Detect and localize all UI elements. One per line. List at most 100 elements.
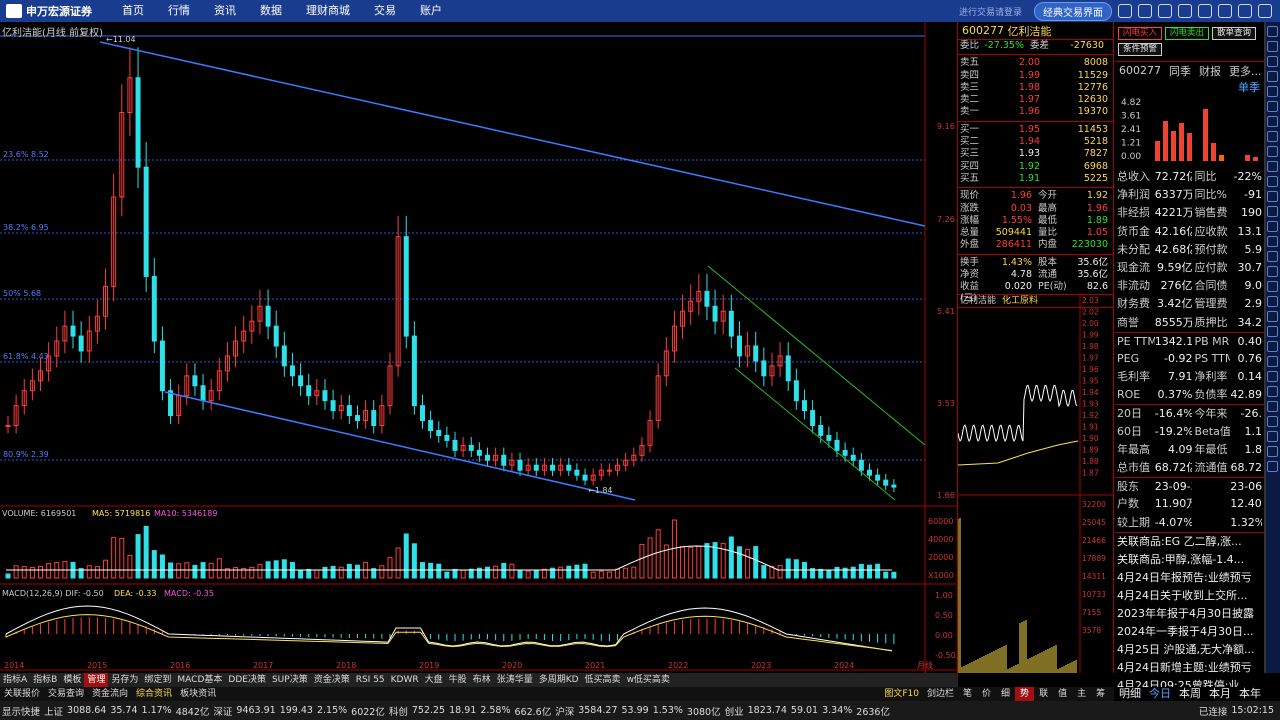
star-icon[interactable] bbox=[1267, 101, 1278, 112]
bid-row[interactable]: 买二 1.94 5218 bbox=[958, 136, 1113, 148]
ask-row[interactable]: 卖一 1.96 19370 bbox=[958, 106, 1113, 118]
detail-tab[interactable]: 本年 bbox=[1235, 687, 1265, 701]
fin-button-1[interactable]: 闪电卖出 bbox=[1165, 27, 1210, 40]
ask-row[interactable]: 卖五 2.00 8008 bbox=[958, 57, 1113, 69]
menu-item-2[interactable]: 资讯 bbox=[202, 0, 248, 22]
info-tab[interactable]: 关联报价 bbox=[0, 687, 44, 701]
fin-button-2[interactable]: 散单查询 bbox=[1212, 27, 1257, 40]
trend-icon[interactable] bbox=[1267, 191, 1278, 202]
quote-tab[interactable]: 势 bbox=[1015, 687, 1035, 701]
indicator-tab[interactable]: 模板 bbox=[60, 673, 84, 687]
fin-head-3[interactable]: 更多... bbox=[1229, 63, 1262, 79]
news-icon[interactable] bbox=[1267, 131, 1278, 142]
ask-row[interactable]: 卖三 1.98 12776 bbox=[958, 82, 1113, 94]
indicator-tab[interactable]: RSI 55 bbox=[353, 673, 388, 687]
minimize-icon[interactable] bbox=[1218, 4, 1232, 18]
classic-trade-button[interactable]: 经典交易界面 bbox=[1034, 1, 1112, 21]
info-tab[interactable]: 交易查询 bbox=[44, 687, 88, 701]
skin-icon[interactable] bbox=[1178, 4, 1192, 18]
indicator-tab[interactable]: 牛股 bbox=[446, 673, 470, 687]
bid-row[interactable]: 买三 1.93 7827 bbox=[958, 148, 1113, 160]
search-icon[interactable] bbox=[1267, 206, 1278, 217]
menu-item-1[interactable]: 行情 bbox=[156, 0, 202, 22]
menu-item-6[interactable]: 账户 bbox=[408, 0, 454, 22]
pen-icon[interactable] bbox=[1267, 371, 1278, 382]
menu-item-4[interactable]: 理财商城 bbox=[294, 0, 362, 22]
chart-icon[interactable] bbox=[1267, 56, 1278, 67]
index-name[interactable]: 上证 bbox=[44, 704, 63, 718]
quote-tab[interactable]: 笔 bbox=[958, 687, 977, 701]
bid-row[interactable]: 买一 1.95 11453 bbox=[958, 124, 1113, 136]
info-tab[interactable]: 板块资讯 bbox=[176, 687, 220, 701]
shortcut-toggle[interactable]: 显示快捷 bbox=[2, 704, 40, 718]
news-item[interactable]: 4月24日年报预告:业绩预亏 bbox=[1115, 569, 1264, 587]
arrow-up-icon[interactable] bbox=[1267, 251, 1278, 262]
fin-button-3[interactable]: 条件预警 bbox=[1118, 43, 1163, 56]
tool-icon[interactable] bbox=[1267, 161, 1278, 172]
news-item[interactable]: 4月25日 沪股通,无大净额... bbox=[1115, 641, 1264, 659]
window-icon[interactable] bbox=[1267, 26, 1278, 37]
minus-icon[interactable] bbox=[1267, 236, 1278, 247]
news-item[interactable]: 4月24日关于收到上交所... bbox=[1115, 587, 1264, 605]
indicator-tab[interactable]: KDWR bbox=[388, 673, 422, 687]
detail-tab[interactable]: 本月 bbox=[1205, 687, 1235, 701]
intraday-chart[interactable]: 2.03 2.02 2.00 1.99 1.98 1.97 1.96 1.95 1.94 1.93… bbox=[958, 293, 1114, 673]
bookmark-icon[interactable] bbox=[1267, 296, 1278, 307]
arrow-down-icon[interactable] bbox=[1267, 266, 1278, 277]
news-item[interactable]: 关联商品:甲醇,涨幅-1.4... bbox=[1115, 551, 1264, 569]
f10-button[interactable]: 图文F10 bbox=[880, 687, 923, 701]
index-name[interactable]: 科创 bbox=[389, 704, 408, 718]
fin-head-2[interactable]: 财报 bbox=[1199, 63, 1221, 79]
info-tab[interactable]: 资金流向 bbox=[88, 687, 132, 701]
kline-chart-area[interactable]: 23.6% 8.52 38.2% 6.95 50% 5.68 61.8% 4.43 80… bbox=[0, 22, 958, 673]
indicator-tab[interactable]: 管理 bbox=[84, 673, 109, 687]
bid-row[interactable]: 买四 1.92 6968 bbox=[958, 161, 1113, 173]
news-item[interactable]: 2024年一季报于4月30日... bbox=[1115, 623, 1264, 641]
menu-item-5[interactable]: 交易 bbox=[362, 0, 408, 22]
quote-tab[interactable]: 细 bbox=[996, 687, 1015, 701]
info-tab[interactable]: 综合资讯 bbox=[132, 687, 176, 701]
quote-tab[interactable]: 价 bbox=[977, 687, 996, 701]
indicator-tab[interactable]: MACD基本 bbox=[174, 673, 225, 687]
doc-icon[interactable] bbox=[1267, 86, 1278, 97]
share-icon[interactable] bbox=[1267, 431, 1278, 442]
indicator-tab[interactable]: DDE决策 bbox=[225, 673, 269, 687]
layer-icon[interactable] bbox=[1267, 341, 1278, 352]
news-item[interactable]: 4月24日新增主题:业绩预亏 bbox=[1115, 659, 1264, 677]
detail-tab[interactable]: 本周 bbox=[1175, 687, 1205, 701]
quote-tab[interactable]: 主 bbox=[1072, 687, 1091, 701]
calc-icon[interactable] bbox=[1267, 146, 1278, 157]
list-icon[interactable] bbox=[1267, 41, 1278, 52]
menu-item-0[interactable]: 首页 bbox=[110, 0, 156, 22]
book-icon[interactable] bbox=[1267, 311, 1278, 322]
ask-row[interactable]: 卖二 1.97 12630 bbox=[958, 94, 1113, 106]
cross-icon[interactable] bbox=[1267, 281, 1278, 292]
quote-tab[interactable]: 值 bbox=[1053, 687, 1072, 701]
indicator-tab[interactable]: 低买高卖 bbox=[582, 673, 624, 687]
lock-icon[interactable] bbox=[1267, 326, 1278, 337]
eye-icon[interactable] bbox=[1267, 386, 1278, 397]
mail-icon[interactable] bbox=[1158, 4, 1172, 18]
indicator-tab[interactable]: 多周期KD bbox=[536, 673, 582, 687]
plus-icon[interactable] bbox=[1267, 221, 1278, 232]
quote-tab[interactable]: 筹 bbox=[1091, 687, 1110, 701]
bid-row[interactable]: 买五 1.91 5225 bbox=[958, 173, 1113, 185]
kline-chart[interactable]: 23.6% 8.52 38.2% 6.95 50% 5.68 61.8% 4.43 80… bbox=[0, 22, 958, 673]
flag-icon[interactable] bbox=[1267, 356, 1278, 367]
ask-row[interactable]: 卖四 1.99 11529 bbox=[958, 70, 1113, 82]
sidebar-toggle[interactable]: 剑边栏 bbox=[923, 687, 958, 701]
fin-head-1[interactable]: 同季 bbox=[1169, 63, 1191, 79]
user-icon[interactable] bbox=[1118, 4, 1132, 18]
indicator-tab[interactable]: w低买高卖 bbox=[624, 673, 673, 687]
index-name[interactable]: 创业 bbox=[725, 704, 744, 718]
indicator-tab[interactable]: 布林 bbox=[470, 673, 494, 687]
grid-icon[interactable] bbox=[1267, 71, 1278, 82]
gear-icon[interactable] bbox=[1198, 4, 1212, 18]
detail-tab[interactable]: 明细 bbox=[1115, 687, 1145, 701]
detail-tab[interactable]: 今日 bbox=[1145, 687, 1175, 701]
index-name[interactable]: 沪深 bbox=[555, 704, 574, 718]
indicator-tab[interactable]: 指标A bbox=[0, 673, 30, 687]
menu-item-3[interactable]: 数据 bbox=[248, 0, 294, 22]
close-icon[interactable] bbox=[1258, 4, 1272, 18]
link-icon[interactable] bbox=[1267, 416, 1278, 427]
